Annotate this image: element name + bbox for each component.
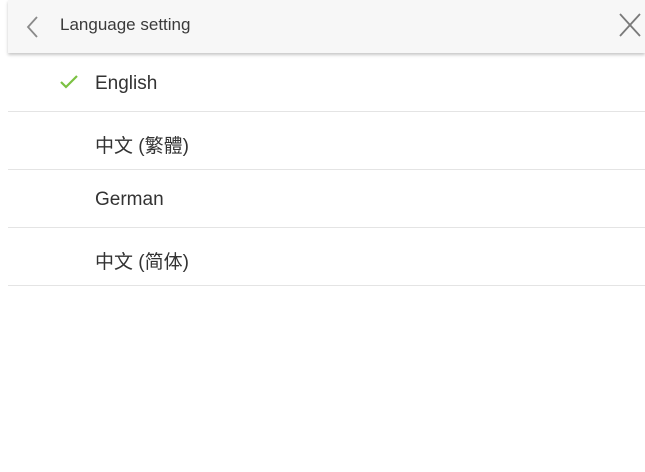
language-option-traditional-chinese[interactable]: 中文 (繁體) xyxy=(8,112,645,170)
language-option-german[interactable]: German xyxy=(8,170,645,228)
page-title: Language setting xyxy=(60,15,191,34)
close-button[interactable] xyxy=(615,11,645,41)
language-list: English 中文 (繁體) German 中文 (简体) xyxy=(8,54,645,286)
back-button[interactable] xyxy=(22,13,44,41)
language-setting-screen: Language setting English 中文 (繁體) German … xyxy=(0,0,645,472)
language-label: English xyxy=(95,73,158,94)
language-label: 中文 (繁體) xyxy=(95,136,189,157)
header-bar: Language setting xyxy=(8,0,645,53)
language-label: German xyxy=(95,189,164,210)
checkmark-icon xyxy=(60,75,78,89)
close-icon xyxy=(619,13,641,37)
language-label: 中文 (简体) xyxy=(95,252,189,273)
language-option-english[interactable]: English xyxy=(8,54,645,112)
chevron-left-icon xyxy=(26,16,38,38)
language-option-simplified-chinese[interactable]: 中文 (简体) xyxy=(8,228,645,286)
